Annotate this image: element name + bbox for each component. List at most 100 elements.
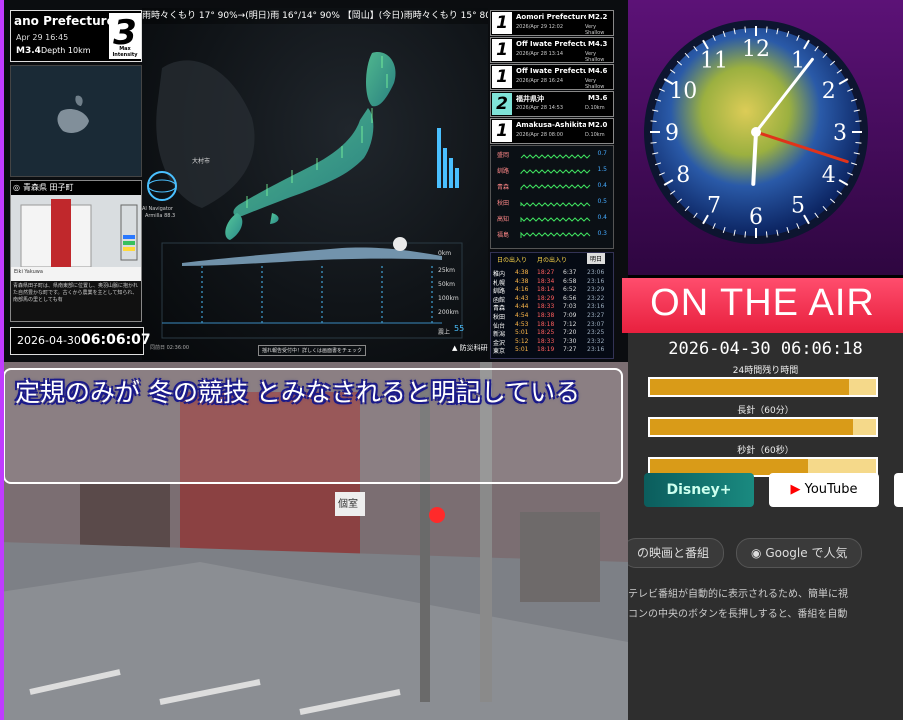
quake-row[interactable]: 1 Off Iwate Prefectur M4.3 2026/Apr 28 13:1…: [490, 37, 614, 63]
progress-bar: [648, 377, 878, 397]
app-tile-partial[interactable]: [894, 473, 903, 507]
seismograph-row: 釧路 1.5: [491, 166, 613, 178]
epicenter-minimap: [10, 65, 142, 177]
seismograph-value: 0.4: [597, 214, 607, 221]
youtube-label: YouTube: [804, 482, 858, 497]
left-frame-border: [0, 0, 4, 720]
quake-intensity: 1: [492, 39, 512, 61]
moonset-time: 23:25: [587, 329, 605, 337]
sunset-time: 18:14: [537, 286, 555, 294]
progress-fill: [650, 379, 849, 395]
navigator-label: AI Navigator: [142, 206, 173, 212]
camera-card-sub: Eiki Yakuwa: [14, 269, 43, 275]
sunrise-time: 4:53: [515, 320, 529, 328]
moonset-time: 23:06: [587, 269, 605, 276]
clock-number: 11: [700, 48, 728, 73]
youtube-tile[interactable]: ▶ YouTube: [769, 473, 879, 507]
sun-row: 東京 5:01 18:19 7:27 23:16: [491, 346, 613, 355]
sun-row: 青森 4:44 18:33 7:03 23:16: [491, 303, 613, 312]
alert-depth: Depth 10km: [41, 46, 91, 55]
warning-icon: ▲: [452, 344, 458, 352]
seismograph-wave: [520, 169, 591, 174]
moonset-time: 23:27: [587, 312, 605, 319]
sunrise-time: 5:01: [515, 346, 529, 354]
sun-row: 稚内 4:38 18:27 6:37 23:06: [491, 269, 613, 278]
moonrise-time: 6:52: [563, 286, 577, 294]
seismograph-value: 1.5: [597, 166, 607, 173]
quake-date: 2026/Apr 29 12:02: [516, 24, 564, 30]
seismograph-wave: [520, 216, 591, 222]
sun-row: 釧路 4:16 18:14 6:52 23:29: [491, 286, 613, 295]
moonrise-time: 6:58: [563, 277, 577, 285]
clock-number: 3: [833, 121, 847, 146]
stream-note-line2: コンの中央のボタンを長押しすると、番組を自動: [628, 609, 848, 620]
ruler-value: 55: [454, 324, 465, 333]
sunset-time: 18:38: [537, 312, 555, 319]
quake-magnitude: M4.3: [588, 40, 608, 48]
on-air-text: ON THE AIR: [650, 282, 875, 324]
day-toggle[interactable]: 明日: [587, 253, 606, 264]
quake-date: 2026/Apr 28 14:53: [516, 105, 564, 111]
sun-row: 仙台 4:53 18:18 7:12 23:07: [491, 320, 613, 330]
camera-card-title: 青森県 田子町: [11, 181, 141, 195]
depth-scale-50: 50km: [438, 281, 455, 288]
quake-intensity: 1: [492, 120, 512, 142]
seismograph-value: 0.5: [597, 198, 607, 205]
quake-intensity: 2: [492, 93, 512, 115]
moon-header[interactable]: 月の出入り: [537, 255, 567, 264]
warning-text: 防災科研: [459, 344, 488, 352]
alert-intensity-label: Max Intensity: [112, 46, 138, 58]
moonrise-time: 6:56: [563, 294, 577, 302]
quake-intensity: 1: [492, 12, 512, 34]
quake-row[interactable]: 2 福井県沖 M3.6 2026/Apr 28 14:53 D.10km: [490, 91, 614, 117]
map-city-label: 大村市: [192, 158, 211, 165]
caption-box: 定規のみが 冬の競技 とみなされると明記している: [3, 368, 623, 484]
sunrise-time: 4:38: [515, 269, 529, 276]
quake-row[interactable]: 1 Off Iwate Prefectur M4.6 2026/Apr 28 16:2…: [490, 64, 614, 90]
quake-magnitude: M2.0: [588, 121, 608, 129]
seismograph-wave: [520, 184, 591, 190]
seismograph-value: 0.3: [597, 230, 607, 237]
clock-number: 5: [791, 194, 805, 219]
sunset-time: 18:18: [537, 320, 555, 328]
moonrise-time: 7:03: [563, 303, 577, 311]
seismograph-row: 秋田 0.5: [491, 198, 613, 210]
depth-scale-200: 200km: [438, 309, 459, 316]
disney-plus-tile[interactable]: Disney+: [644, 473, 754, 507]
quake-region: Off Iwate Prefectur: [516, 40, 586, 48]
clock-number: 9: [665, 121, 679, 146]
sun-header[interactable]: 日の出入り: [497, 255, 527, 264]
globe-clock: 12 1234567891011: [644, 20, 868, 244]
sunrise-time: 4:16: [515, 286, 529, 294]
moonset-time: 23:22: [587, 294, 605, 302]
moonrise-time: 7:20: [563, 329, 577, 337]
store-sign: 個室: [338, 499, 358, 510]
report-link[interactable]: 揺れ報告受付中！詳しくは画面書をチェック: [258, 345, 367, 356]
moonset-time: 23:16: [587, 346, 605, 354]
latest-quake-alert[interactable]: ano Prefecture Apr 29 16:45 M3.4 Depth 1…: [10, 10, 142, 62]
chip-movies[interactable]: の映画と番組: [622, 538, 725, 568]
seismograph-wave: [520, 201, 591, 207]
chip-google-popular[interactable]: ◉ Google で人気: [736, 538, 863, 568]
scale-top: 0km: [438, 250, 452, 257]
caption-text: 定規のみが 冬の競技 とみなされると明記している: [15, 378, 581, 407]
quake-row[interactable]: 1 Aomori Prefecture M2.2 2026/Apr 29 12:02 V…: [490, 10, 614, 36]
stream-info-panel: 2026-04-30 06:06:18 24時間残り時間 長針（60分） 秒針（60…: [622, 333, 903, 720]
youtube-play-icon: ▶: [790, 482, 801, 497]
sunset-time: 18:27: [537, 269, 555, 276]
quake-date: 2026/Apr 28 08:00: [516, 132, 564, 138]
panel-clock-time: 06:06:07: [81, 332, 151, 348]
quake-magnitude: M3.6: [588, 94, 608, 102]
quake-region: 福井県沖: [516, 95, 544, 103]
quake-row[interactable]: 1 Amakusa-Ashikita, M2.0 2026/Apr 28 08:00 D…: [490, 118, 614, 144]
sunrise-time: 4:38: [515, 277, 529, 285]
on-air-banner: ON THE AIR: [622, 278, 903, 333]
quake-magnitude: M2.2: [588, 13, 608, 21]
depth-scale: 25km 50km 100km 200km: [438, 264, 459, 320]
sunset-time: 18:19: [537, 346, 555, 354]
quake-region: Off Iwate Prefectur: [516, 67, 586, 75]
quake-date: 2026/Apr 28 13:14: [516, 51, 564, 57]
alert-intensity-badge: 3 Max Intensity: [109, 13, 141, 59]
live-camera-card[interactable]: 青森県 田子町 ◎ Eiki Yakuwa 青森県田子町は、県南東部に位置し、奥…: [10, 180, 142, 322]
seismograph-row: 高知 0.4: [491, 214, 613, 226]
